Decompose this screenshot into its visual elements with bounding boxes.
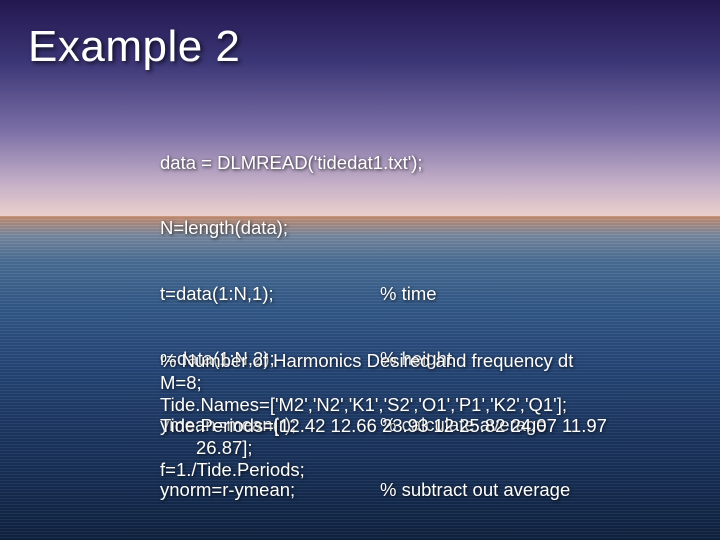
code-line: M=8; <box>160 372 690 394</box>
code-line: t=data(1:N,1);% time <box>160 283 570 305</box>
code-comment: % Number of Harmonics Desired and freque… <box>160 350 690 372</box>
slide: Example 2 data = DLMREAD('tidedat1.txt')… <box>0 0 720 540</box>
code-stmt: ynorm=r-ymean; <box>160 479 380 501</box>
code-line: f=1./Tide.Periods; <box>160 459 690 481</box>
code-line: N=length(data); <box>160 217 570 239</box>
code-line: Tide.Periods=[12.42 12.66 23.93 12 25.82… <box>160 415 690 437</box>
code-line-cont: 26.87]; <box>160 437 690 459</box>
code-line: data = DLMREAD('tidedat1.txt'); <box>160 152 570 174</box>
code-stmt: t=data(1:N,1); <box>160 283 380 305</box>
code-line: ynorm=r-ymean;% subtract out average <box>160 479 570 501</box>
code-line: Tide.Names=['M2','N2','K1','S2','O1','P1… <box>160 394 690 416</box>
slide-title: Example 2 <box>28 22 240 72</box>
code-block-2: % Number of Harmonics Desired and freque… <box>160 350 690 481</box>
code-comment: % time <box>380 283 437 305</box>
code-comment: % subtract out average <box>380 479 570 501</box>
